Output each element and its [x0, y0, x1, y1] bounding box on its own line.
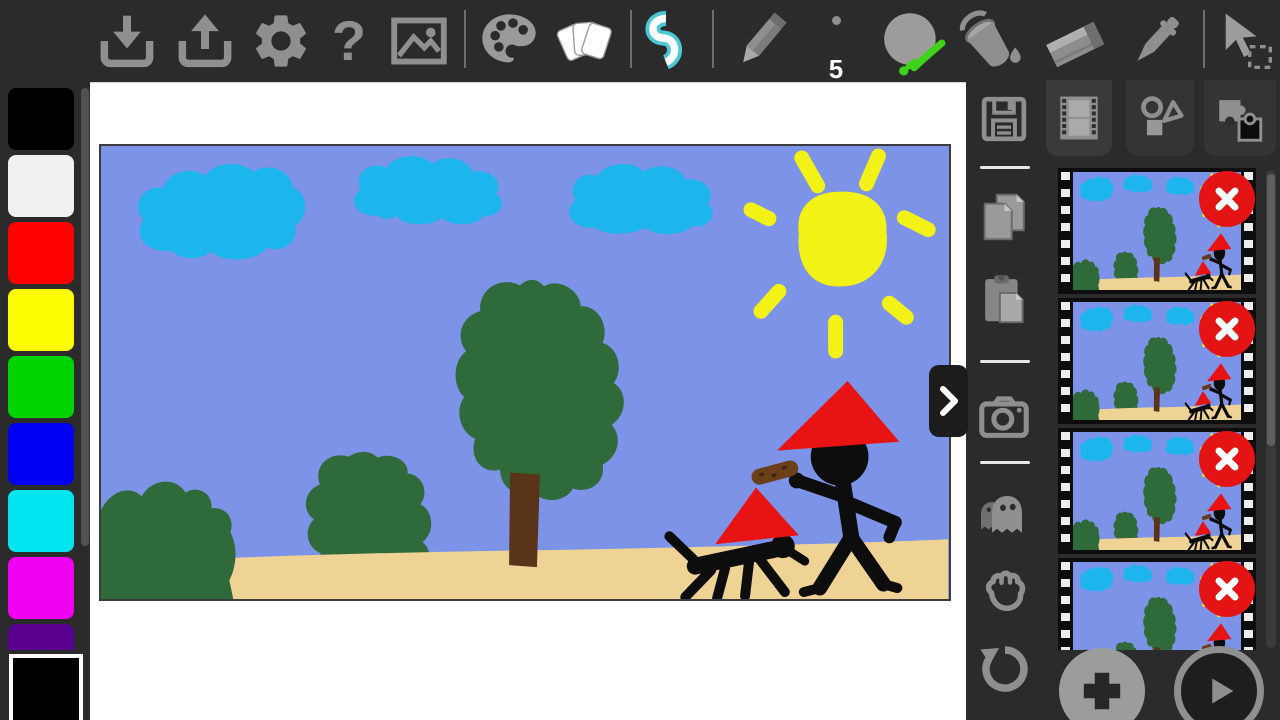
plus-icon	[1074, 663, 1130, 719]
color-palette	[8, 88, 78, 650]
delete-x-icon	[1210, 442, 1244, 476]
filmstrip-scrollbar-thumb[interactable]	[1267, 174, 1275, 446]
curve-squiggle-icon	[641, 10, 701, 72]
tab-shapes[interactable]	[1126, 80, 1194, 156]
hand-grab-icon	[974, 559, 1034, 619]
copy-pages-icon	[975, 188, 1033, 246]
delete-frame-button[interactable]	[1199, 561, 1255, 617]
shapes-icon	[1132, 90, 1188, 146]
side-separator	[980, 166, 1030, 169]
settings-button[interactable]	[246, 7, 316, 75]
toolbar-separator	[712, 10, 714, 68]
undo-button[interactable]	[972, 638, 1036, 700]
delete-frame-button[interactable]	[1199, 301, 1255, 357]
palette-swatch-3[interactable]	[8, 289, 74, 351]
floppy-save-icon	[976, 91, 1032, 147]
pencil-icon	[727, 7, 795, 75]
save-button[interactable]	[972, 88, 1036, 150]
palette-icon	[477, 9, 541, 73]
filmstrip-sprockets	[1061, 302, 1070, 420]
palette-swatch-0[interactable]	[8, 88, 74, 150]
onion-skin-button[interactable]	[972, 482, 1036, 544]
cards-icon	[552, 9, 618, 73]
insert-image-button[interactable]	[384, 7, 454, 75]
palette-swatch-7[interactable]	[8, 557, 74, 619]
expand-panel-handle[interactable]	[929, 365, 968, 437]
filmstrip-sprockets	[1061, 432, 1070, 550]
filmstrip-sprockets	[1061, 172, 1070, 290]
delete-x-icon	[1210, 572, 1244, 606]
new-file-button[interactable]	[12, 7, 82, 75]
side-separator	[980, 461, 1030, 464]
palette-swatch-5[interactable]	[8, 423, 74, 485]
color-palette-button[interactable]	[474, 7, 544, 75]
frame-2[interactable]	[1058, 298, 1256, 424]
fill-bucket-button[interactable]	[950, 7, 1030, 75]
pencil-button[interactable]	[724, 7, 798, 75]
upload-icon	[173, 9, 237, 73]
pan-button[interactable]	[972, 558, 1036, 620]
delete-frame-button[interactable]	[1199, 431, 1255, 487]
palette-swatch-6[interactable]	[8, 490, 74, 552]
delete-x-icon	[1210, 312, 1244, 346]
frame-3[interactable]	[1058, 428, 1256, 554]
play-icon	[1196, 668, 1242, 714]
toolbar-separator	[1203, 10, 1205, 68]
ghost-icon	[974, 483, 1034, 543]
current-color-swatch[interactable]	[9, 654, 83, 720]
export-button[interactable]	[170, 7, 240, 75]
brush-size-indicator[interactable]: 5	[818, 8, 854, 84]
paint-animation-app: ?	[0, 0, 1280, 720]
gear-icon	[249, 9, 313, 73]
frames-filmstrip	[1058, 168, 1256, 650]
filmstrip-icon	[1051, 90, 1107, 146]
paste-button[interactable]	[972, 268, 1036, 330]
chevron-right-icon	[938, 384, 960, 418]
paste-clipboard-icon	[975, 270, 1033, 328]
tab-frames[interactable]	[1046, 80, 1112, 156]
add-frame-button[interactable]	[1059, 648, 1145, 720]
frame-1[interactable]	[1058, 168, 1256, 294]
tab-plugins[interactable]	[1204, 80, 1276, 156]
brush-size-value: 5	[829, 56, 843, 82]
palette-swatch-2[interactable]	[8, 222, 74, 284]
palette-swatch-8[interactable]	[8, 624, 74, 650]
select-cursor-icon	[1212, 9, 1276, 73]
brush-preview-button[interactable]	[874, 7, 950, 75]
frame-4[interactable]	[1058, 558, 1256, 650]
eraser-icon	[1037, 6, 1113, 76]
import-button[interactable]	[92, 7, 162, 75]
help-button[interactable]: ?	[318, 7, 380, 75]
curve-tool-button[interactable]	[638, 7, 704, 75]
brush-preview-icon	[876, 6, 948, 76]
side-separator	[980, 360, 1030, 363]
eyedropper-button[interactable]	[1118, 7, 1194, 75]
toolbar-separator	[630, 10, 632, 68]
image-icon	[387, 9, 451, 73]
eraser-button[interactable]	[1034, 7, 1116, 75]
camera-icon	[975, 388, 1033, 446]
download-icon	[95, 9, 159, 73]
palette-scrollbar[interactable]	[81, 88, 89, 546]
delete-x-icon	[1210, 182, 1244, 216]
select-button[interactable]	[1210, 7, 1278, 75]
question-mark-icon: ?	[332, 13, 366, 69]
puzzle-icon	[1211, 89, 1269, 147]
delete-frame-button[interactable]	[1199, 171, 1255, 227]
brush-size-dot-icon	[832, 16, 841, 25]
palette-swatch-1[interactable]	[8, 155, 74, 217]
undo-arrow-icon	[974, 639, 1034, 699]
copy-button[interactable]	[972, 186, 1036, 248]
snapshot-button[interactable]	[972, 386, 1036, 448]
drawing-canvas[interactable]	[99, 144, 951, 601]
palette-swatch-4[interactable]	[8, 356, 74, 418]
filmstrip-sprockets	[1061, 562, 1070, 650]
eyedropper-icon	[1122, 7, 1190, 75]
pages-button[interactable]	[550, 7, 620, 75]
play-animation-button[interactable]	[1174, 646, 1264, 720]
fill-bucket-icon	[954, 6, 1026, 76]
toolbar-separator	[464, 10, 466, 68]
